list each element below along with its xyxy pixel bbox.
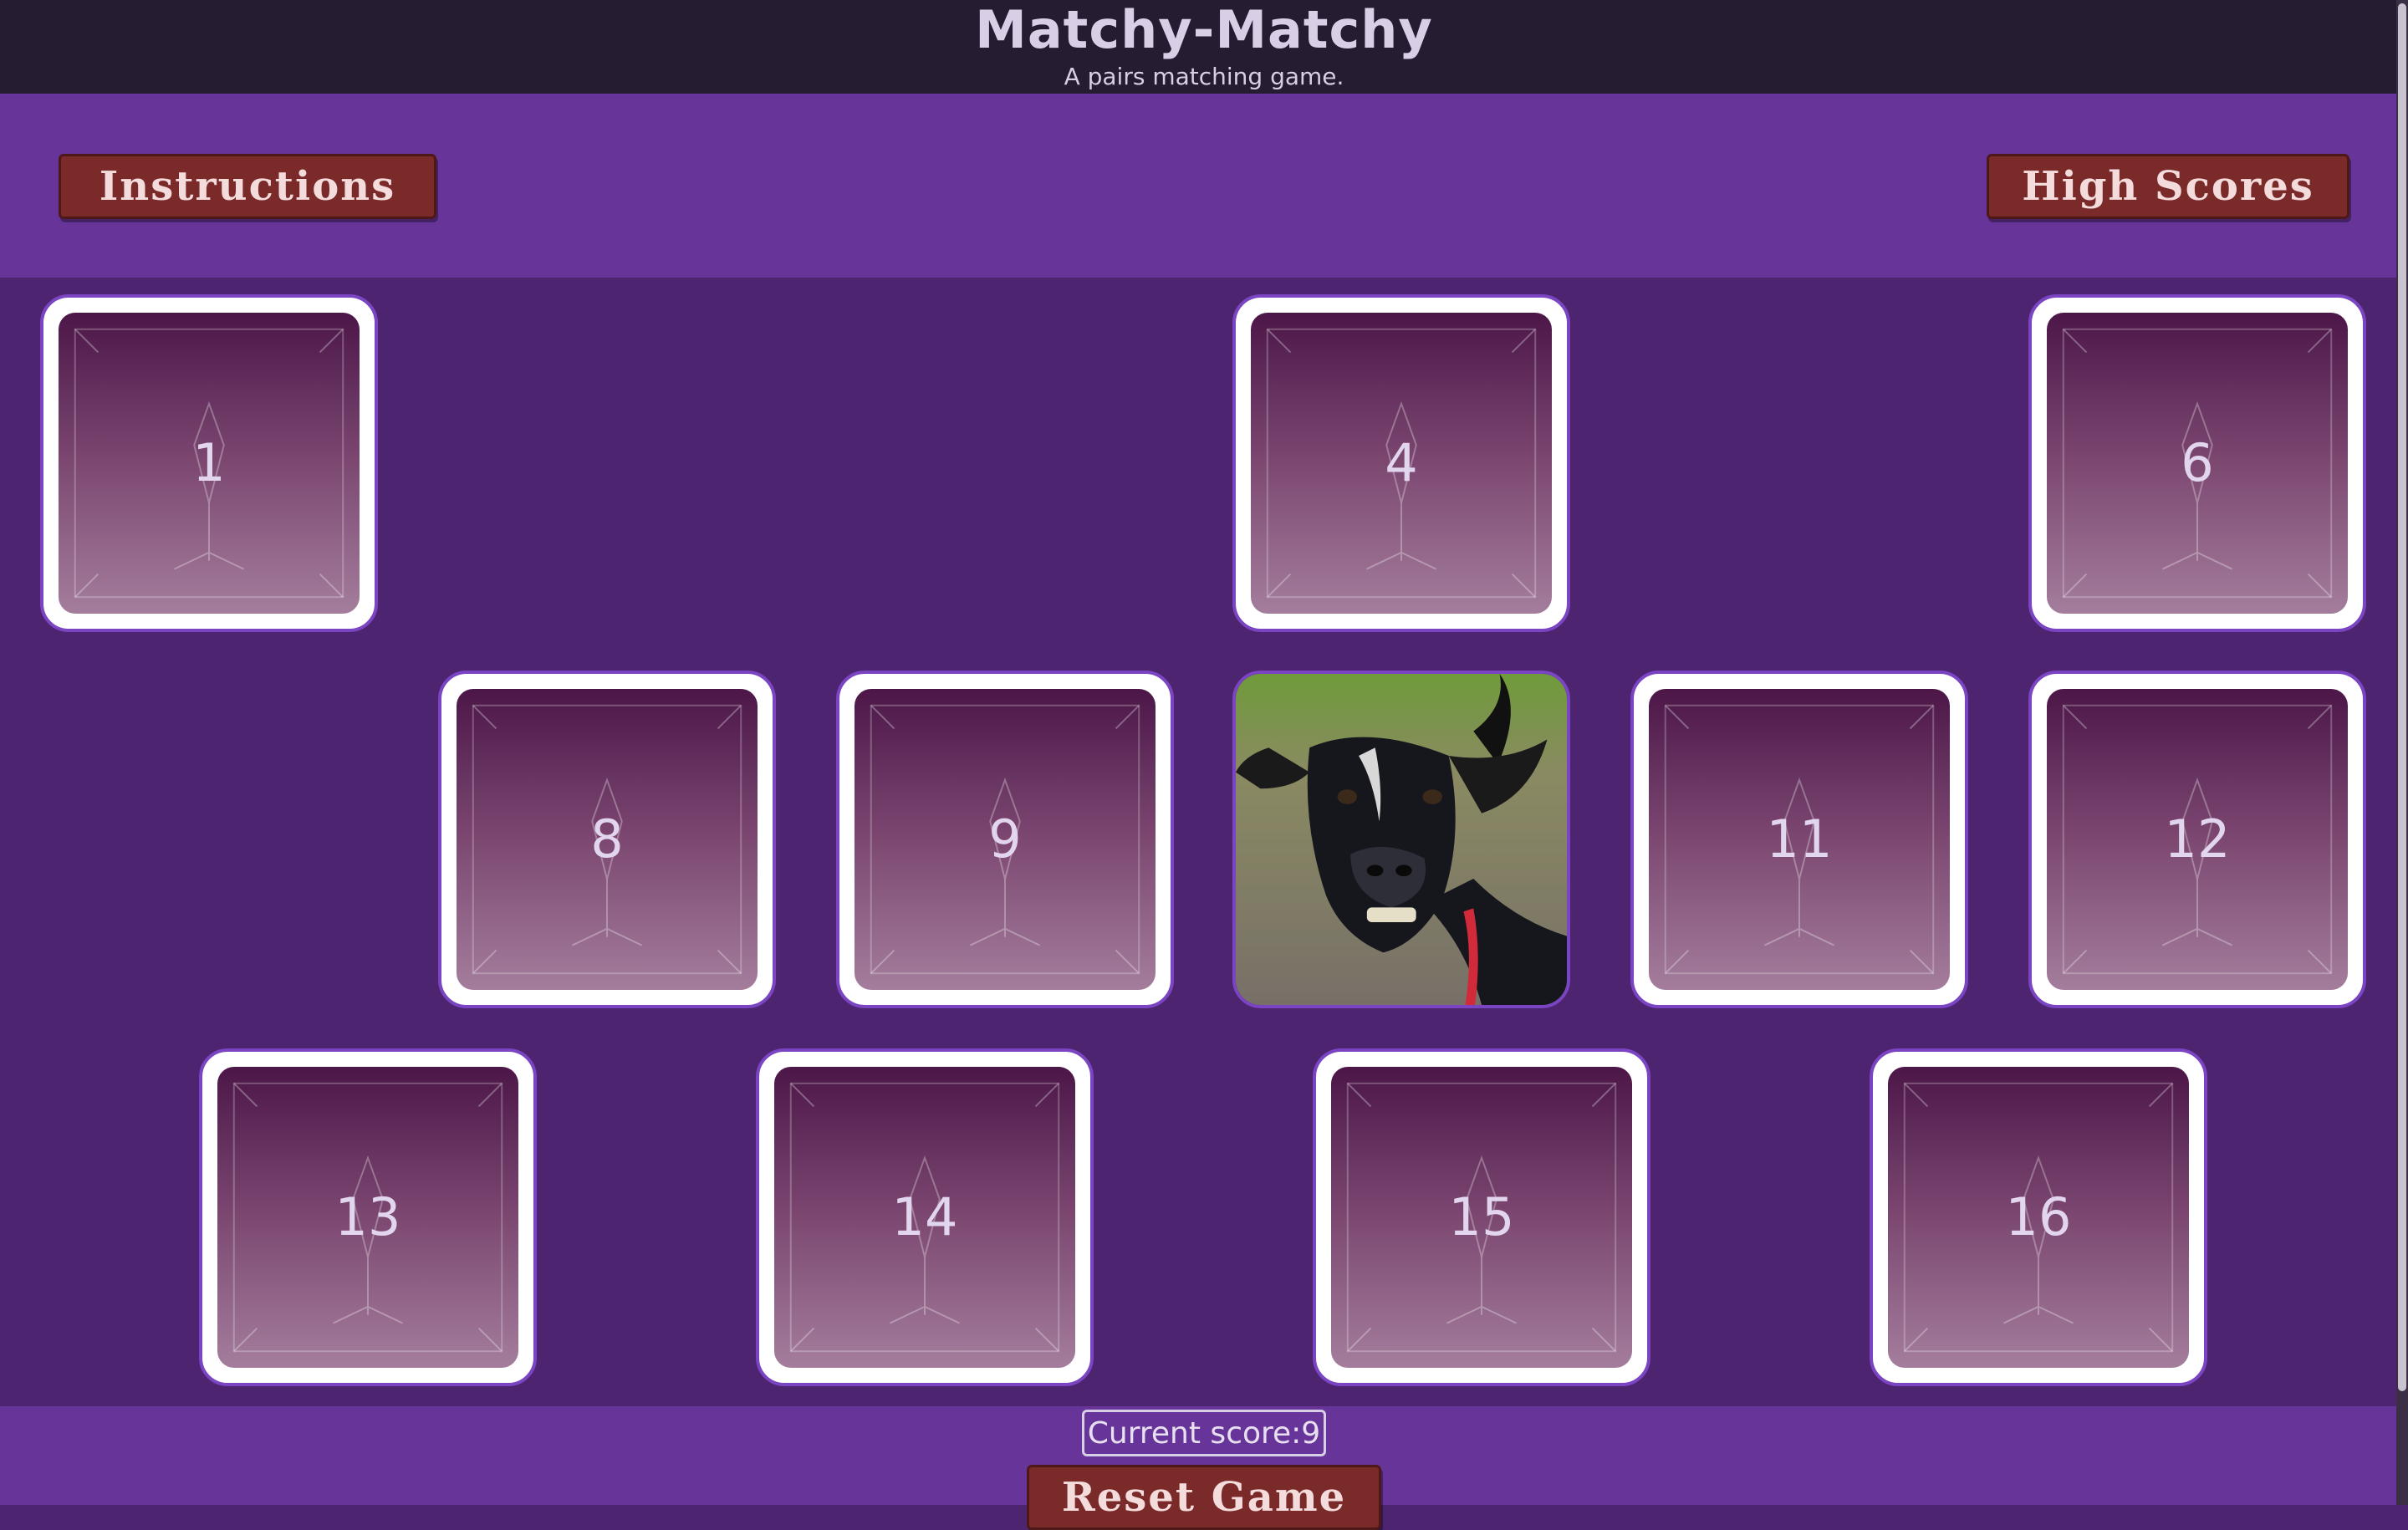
card-13[interactable]: 13 (199, 1048, 537, 1386)
card-number: 1 (192, 432, 226, 493)
scrollbar-thumb[interactable] (2398, 3, 2406, 1391)
card-board: 1 4 6 8 9 11 12 13 14 15 16 (0, 278, 2408, 1406)
card-number: 13 (334, 1186, 401, 1247)
card-back: 4 (1251, 313, 1552, 614)
instructions-button[interactable]: Instructions (59, 154, 436, 219)
card-number: 14 (891, 1186, 958, 1247)
goat-photo (1236, 674, 1567, 1005)
card-back: 16 (1888, 1067, 2189, 1368)
card-1[interactable]: 1 (40, 294, 378, 632)
card-number: 6 (2181, 432, 2214, 493)
card-6[interactable]: 6 (2028, 294, 2366, 632)
high-scores-button[interactable]: High Scores (1987, 154, 2349, 219)
card-back: 1 (59, 313, 360, 614)
card-number: 15 (1448, 1186, 1515, 1247)
card-number: 4 (1385, 432, 1418, 493)
card-back: 15 (1331, 1067, 1632, 1368)
card-number: 9 (988, 808, 1022, 870)
card-15[interactable]: 15 (1313, 1048, 1650, 1386)
card-number: 16 (2005, 1186, 2072, 1247)
score-label: Current score: (1087, 1415, 1302, 1451)
card-number: 8 (590, 808, 624, 870)
reset-game-button[interactable]: Reset Game (1027, 1465, 1381, 1530)
card-12[interactable]: 12 (2028, 671, 2366, 1008)
page-subtitle: A pairs matching game. (1064, 63, 1344, 90)
card-number: 12 (2164, 808, 2231, 870)
card-4[interactable]: 4 (1232, 294, 1570, 632)
score-value: 9 (1301, 1415, 1321, 1451)
card-back: 12 (2047, 689, 2348, 990)
card-back: 6 (2047, 313, 2348, 614)
card-11[interactable]: 11 (1630, 671, 1968, 1008)
card-9[interactable]: 9 (836, 671, 1174, 1008)
card-8[interactable]: 8 (438, 671, 776, 1008)
card-back: 11 (1649, 689, 1950, 990)
card-14[interactable]: 14 (756, 1048, 1094, 1386)
card-back: 8 (457, 689, 758, 990)
card-back: 14 (774, 1067, 1075, 1368)
card-10-goat[interactable] (1232, 671, 1570, 1008)
card-16[interactable]: 16 (1870, 1048, 2207, 1386)
card-back: 13 (217, 1067, 518, 1368)
card-back: 9 (855, 689, 1156, 990)
score-display: Current score: 9 (1082, 1410, 1326, 1456)
page-title: Matchy-Matchy (975, 0, 1433, 60)
card-number: 11 (1766, 808, 1833, 870)
page-header: Matchy-Matchy A pairs matching game. (0, 0, 2408, 95)
